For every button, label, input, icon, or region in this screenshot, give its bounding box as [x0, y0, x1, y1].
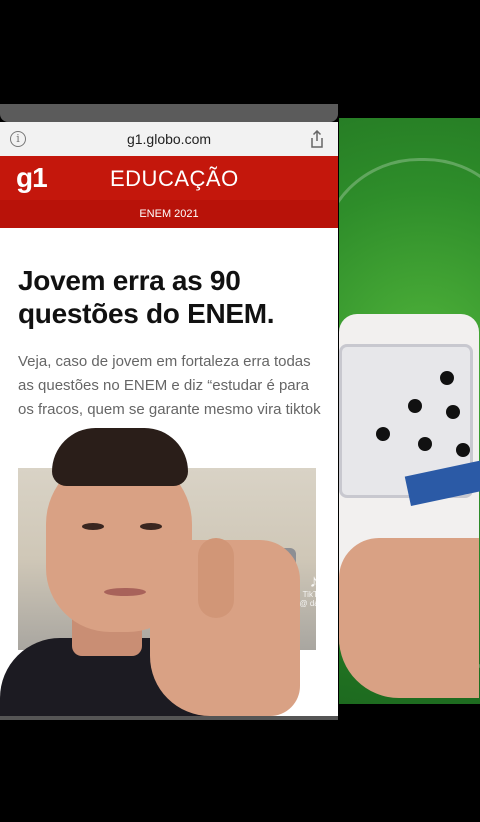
address-bar[interactable]: i g1.globo.com: [0, 122, 338, 157]
die-pip: [440, 371, 454, 385]
site-header: g1 EDUCAÇÃO ENEM 2021: [0, 156, 338, 228]
article-lead: Veja, caso de jovem em fortaleza erra to…: [18, 353, 321, 418]
thumb-tip: [198, 538, 234, 618]
tiktok-handle: @ daniii: [299, 599, 329, 608]
die-pip: [446, 405, 460, 419]
person-overlay: [0, 428, 330, 718]
tiktok-watermark: ♪ TikTok @ daniii: [290, 572, 338, 608]
holding-hand: [339, 538, 479, 698]
tiktok-icon: ♪: [309, 571, 319, 591]
side-video: [339, 118, 480, 704]
die-pip: [376, 427, 390, 441]
die-pip: [408, 399, 422, 413]
person-hair: [52, 428, 188, 486]
person-eye-left: [82, 523, 104, 530]
share-icon[interactable]: [310, 129, 324, 153]
die-pip: [456, 443, 470, 457]
person-eye-right: [140, 523, 162, 530]
article-headline: Jovem erra as 90 questões do ENEM.: [18, 265, 275, 329]
g1-logo[interactable]: g1: [16, 162, 48, 194]
browser-top-pill: [0, 104, 338, 122]
section-title[interactable]: EDUCAÇÃO: [110, 166, 239, 192]
person-mouth: [104, 588, 146, 596]
subsection-label[interactable]: ENEM 2021: [0, 200, 338, 228]
die-pip: [418, 437, 432, 451]
bottom-divider: [0, 716, 338, 720]
tiktok-brand: TikTok: [302, 590, 326, 599]
url-text[interactable]: g1.globo.com: [0, 131, 338, 147]
